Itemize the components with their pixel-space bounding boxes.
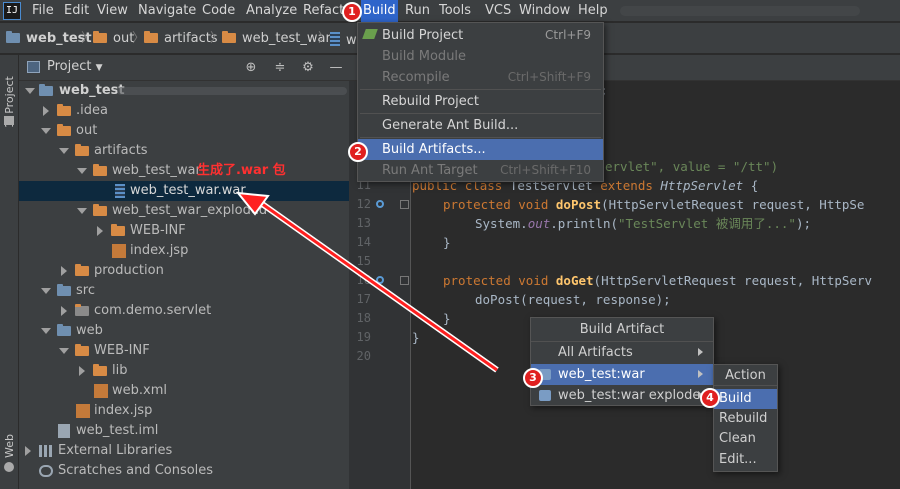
annotation-arrow-overlay: [235, 191, 499, 373]
annotation-arrow-head: [235, 191, 270, 216]
annotation-arrow-line: [257, 199, 498, 372]
